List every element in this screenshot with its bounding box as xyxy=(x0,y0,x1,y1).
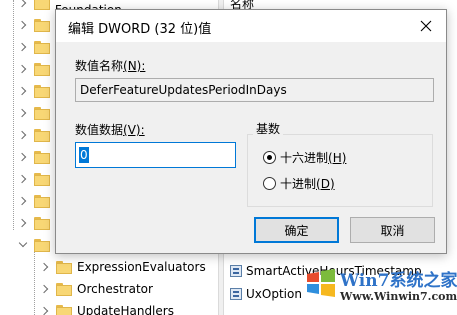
chevron-right-icon[interactable] xyxy=(18,0,28,8)
ok-button[interactable]: 确定 xyxy=(254,217,339,243)
chevron-down-icon[interactable] xyxy=(18,240,28,250)
chevron-right-icon[interactable] xyxy=(18,218,28,228)
tree-row[interactable]: Orchestrator xyxy=(40,278,153,300)
close-icon xyxy=(420,20,432,32)
screenshot: Windows Media Foundation W W W W W xyxy=(0,0,457,315)
tree-row-label: ExpressionEvaluators xyxy=(77,260,206,274)
value-name-label: 数值名称(N): xyxy=(75,57,145,74)
folder-icon xyxy=(34,194,50,208)
folder-icon xyxy=(34,106,50,120)
watermark: Win7系统之家 Www.Winwin7.com xyxy=(300,262,457,312)
radio-decimal-circle[interactable] xyxy=(263,177,276,190)
folder-icon xyxy=(34,216,50,230)
folder-icon xyxy=(56,304,72,315)
value-data-label: 数值数据(V): xyxy=(75,121,145,138)
folder-icon xyxy=(33,0,50,10)
value-name-hotkey: (N): xyxy=(123,59,146,73)
value-data-hotkey: (V): xyxy=(123,123,145,137)
value-row[interactable]: UxOption xyxy=(230,285,302,303)
dialog-body: 数值名称(N): DeferFeatureUpdatesPeriodInDays… xyxy=(56,42,446,253)
tree-row-label: Orchestrator xyxy=(77,282,153,296)
value-data-label-text: 数值数据 xyxy=(75,123,124,137)
value-data-text: 0 xyxy=(79,147,89,163)
value-name-field: DeferFeatureUpdatesPeriodInDays xyxy=(75,78,434,102)
chevron-right-icon[interactable] xyxy=(40,306,50,315)
radio-hex-label: 十六进制 xyxy=(280,151,329,165)
folder-icon xyxy=(34,18,50,32)
value-data-input[interactable]: 0 xyxy=(75,142,236,168)
chevron-right-icon[interactable] xyxy=(40,284,50,294)
radio-hex-hotkey: (H) xyxy=(328,150,347,165)
registry-value-icon xyxy=(230,288,242,300)
chevron-right-icon[interactable] xyxy=(18,174,28,184)
value-name: UxOption xyxy=(246,287,302,301)
radio-decimal-label: 十进制 xyxy=(280,177,317,191)
base-label: 基数 xyxy=(253,120,284,137)
chevron-right-icon[interactable] xyxy=(18,152,28,162)
radio-decimal-hotkey: (D) xyxy=(316,176,335,191)
chevron-right-icon[interactable] xyxy=(18,64,28,74)
chevron-right-icon[interactable] xyxy=(18,130,28,140)
folder-icon xyxy=(34,62,50,76)
close-button[interactable] xyxy=(406,10,446,42)
folder-icon xyxy=(34,84,50,98)
folder-icon xyxy=(56,260,72,274)
chevron-right-icon[interactable] xyxy=(18,42,28,52)
radio-decimal[interactable]: 十进制 (D) xyxy=(263,175,335,192)
folder-icon xyxy=(34,150,50,164)
tree-row[interactable]: ExpressionEvaluators xyxy=(40,256,206,278)
chevron-right-icon[interactable] xyxy=(18,196,28,206)
chevron-right-icon[interactable] xyxy=(40,262,50,272)
chevron-right-icon[interactable] xyxy=(18,108,28,118)
folder-icon xyxy=(34,40,50,54)
folder-icon xyxy=(56,282,72,296)
watermark-title: Win7系统之家 xyxy=(340,271,457,291)
value-name-label-text: 数值名称 xyxy=(75,59,124,73)
windows-logo-icon xyxy=(307,269,335,297)
chevron-right-icon[interactable] xyxy=(18,20,28,30)
folder-icon xyxy=(34,238,50,252)
watermark-url: Www.Winwin7.com xyxy=(340,290,457,303)
dialog-titlebar[interactable]: 编辑 DWORD (32 位)值 xyxy=(56,10,446,42)
registry-value-icon xyxy=(230,265,242,277)
folder-icon xyxy=(34,128,50,142)
radio-hex-circle[interactable] xyxy=(263,151,276,164)
tree-row-label: UpdateHandlers xyxy=(77,304,174,315)
dialog-title: 编辑 DWORD (32 位)值 xyxy=(68,22,212,37)
tree-row[interactable]: UpdateHandlers xyxy=(40,300,174,315)
cancel-button[interactable]: 取消 xyxy=(350,217,435,243)
chevron-right-icon[interactable] xyxy=(18,86,28,96)
folder-icon xyxy=(34,172,50,186)
tree-guide-line xyxy=(13,0,14,230)
edit-dword-dialog: 编辑 DWORD (32 位)值 数值名称(N): DeferFeatureUp… xyxy=(55,9,447,254)
radio-hex[interactable]: 十六进制 (H) xyxy=(263,149,346,166)
base-groupbox xyxy=(247,134,433,207)
